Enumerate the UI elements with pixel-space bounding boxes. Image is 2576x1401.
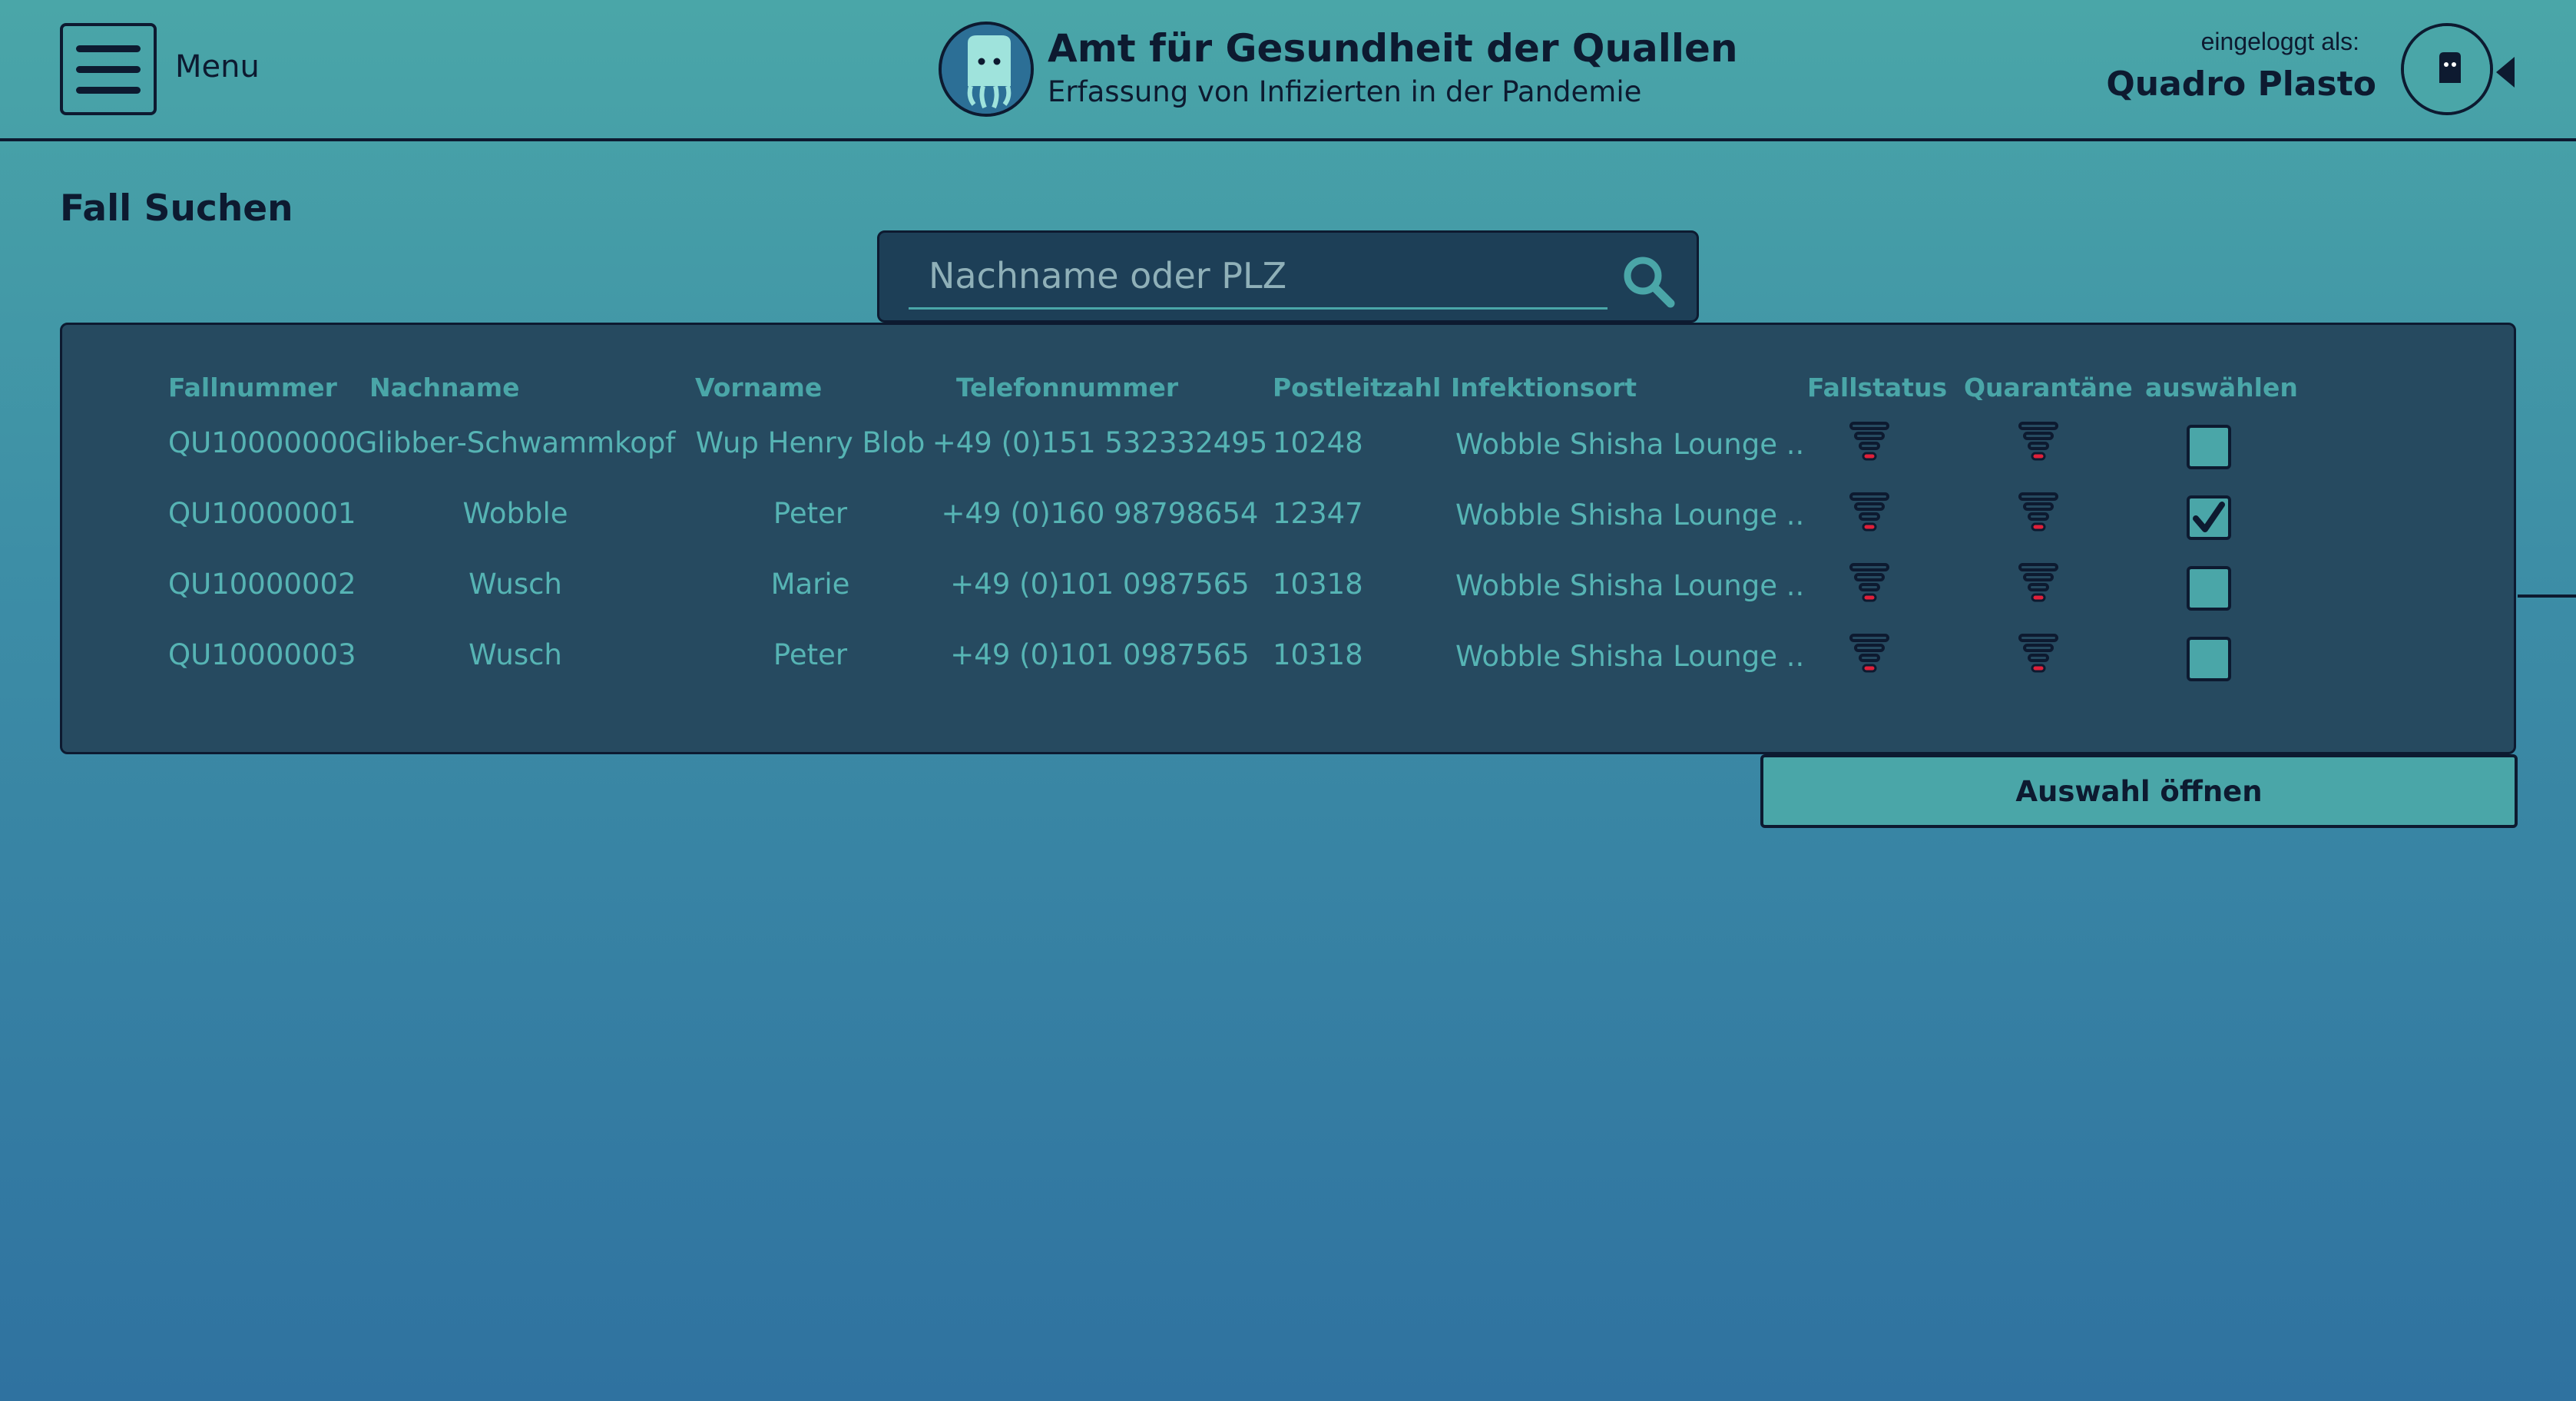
cell-vorname: Peter [773,497,848,530]
fallstatus-icon[interactable] [1848,420,1891,468]
menu-icon [76,45,141,52]
table-row[interactable]: QU10000003 Wusch Peter +49 (0)101 098756… [62,634,2514,684]
cell-telefonnummer: +49 (0)160 98798654 [941,497,1259,530]
table-row[interactable]: QU10000001 Wobble Peter +49 (0)160 98798… [62,492,2514,543]
cell-nachname: Glibber-Schwammkopf [355,426,676,459]
menu-icon-bar [76,65,141,73]
quarantaene-status-icon[interactable] [2017,561,2060,609]
quarantaene-status-icon[interactable] [2017,420,2060,468]
quarantaene-status-icon[interactable] [2017,632,2060,680]
results-table: Fallnummer Nachname Vorname Telefonnumme… [60,323,2516,754]
table-row[interactable]: QU10000000 Glibber-Schwammkopf Wup Henry… [62,422,2514,472]
cell-infektionsort: Wobble Shisha Lounge .. [1455,640,1805,673]
cell-fallnummer: QU10000001 [168,497,356,530]
user-name: Quadro Plasto [2106,65,2376,104]
column-header-postleitzahl[interactable]: Postleitzahl [1273,373,1441,402]
cell-postleitzahl: 10318 [1273,638,1363,671]
jellyfish-logo [939,22,1034,117]
cell-nachname: Wusch [469,568,562,601]
cell-postleitzahl: 10248 [1273,426,1363,459]
column-header-nachname[interactable]: Nachname [369,373,519,402]
cell-vorname: Wup Henry Blob [695,426,925,459]
menu-icon-bar [76,86,141,94]
cell-telefonnummer: +49 (0)151 532332495 [932,426,1268,459]
select-checkbox[interactable] [2187,637,2231,681]
cell-telefonnummer: +49 (0)101 0987565 [950,638,1250,671]
column-header-vorname[interactable]: Vorname [695,373,822,402]
cell-postleitzahl: 12347 [1273,497,1363,530]
fallstatus-icon[interactable] [1848,491,1891,538]
search-box [877,230,1699,323]
cell-infektionsort: Wobble Shisha Lounge .. [1455,498,1805,532]
menu-button[interactable] [60,23,157,115]
login-label: eingeloggt als: [2200,28,2359,55]
cell-fallnummer: QU10000000 [168,426,356,459]
fallstatus-icon[interactable] [1848,632,1891,680]
fallstatus-icon[interactable] [1848,561,1891,609]
cell-nachname: Wobble [462,497,568,530]
select-checkbox[interactable] [2187,425,2231,469]
quarantaene-status-icon[interactable] [2017,491,2060,538]
cell-vorname: Peter [773,638,848,671]
column-header-quarantaene[interactable]: Quarantäne [1964,373,2133,402]
column-header-telefonnummer[interactable]: Telefonnummer [956,373,1178,402]
checkmark-icon [2193,502,2225,532]
open-selection-button[interactable]: Auswahl öffnen [1760,754,2518,828]
app-subtitle: Erfassung von Infizierten in der Pandemi… [1048,75,1642,108]
cell-fallnummer: QU10000002 [168,568,356,601]
app-header: Menu Amt für Gesundheit der Quallen Erfa… [0,0,2576,141]
cell-fallnummer: QU10000003 [168,638,356,671]
cell-telefonnummer: +49 (0)101 0987565 [950,568,1250,601]
cell-infektionsort: Wobble Shisha Lounge .. [1455,428,1805,461]
cell-infektionsort: Wobble Shisha Lounge .. [1455,569,1805,602]
caret-left-icon[interactable] [2496,57,2515,88]
search-input[interactable] [909,243,1608,310]
column-header-fallstatus[interactable]: Fallstatus [1807,373,1947,402]
select-checkbox[interactable] [2187,566,2231,611]
column-header-infektionsort[interactable]: Infektionsort [1451,373,1637,402]
app-title: Amt für Gesundheit der Quallen [1048,26,1738,71]
cell-nachname: Wusch [469,638,562,671]
cell-vorname: Marie [770,568,850,601]
user-avatar-icon[interactable] [2401,23,2493,115]
page-title: Fall Suchen [60,187,293,230]
table-row[interactable]: QU10000002 Wusch Marie +49 (0)101 098756… [62,563,2514,614]
search-icon[interactable] [1618,251,1680,313]
select-checkbox[interactable] [2187,495,2231,540]
column-header-fallnummer[interactable]: Fallnummer [168,373,337,402]
cell-postleitzahl: 10318 [1273,568,1363,601]
divider-line [2518,595,2576,598]
menu-label[interactable]: Menu [175,49,260,84]
column-header-auswaehlen: auswählen [2145,373,2298,402]
